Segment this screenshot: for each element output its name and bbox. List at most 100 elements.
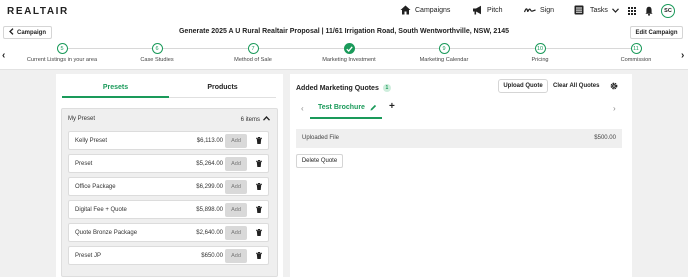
- quotes-title: Added Marketing Quotes: [296, 84, 379, 92]
- nav-campaigns-label: Campaigns: [415, 6, 451, 14]
- nav-campaigns[interactable]: Campaigns: [400, 5, 450, 15]
- add-preset-button[interactable]: Add: [225, 157, 247, 171]
- preset-price: $6,299.00: [196, 184, 223, 190]
- step-label: Marketing Calendar: [419, 57, 469, 63]
- proposal-stepper: ‹ › 5 Current Listings in your area 6 Ca…: [0, 40, 688, 70]
- trash-icon[interactable]: [256, 229, 262, 238]
- preset-row: Quote Bronze Package $2,640.00 Add: [68, 223, 269, 242]
- preset-row: Office Package $6,299.00 Add: [68, 177, 269, 196]
- step-label: Pricing: [531, 57, 549, 63]
- preset-row: Kelly Preset $6,113.00 Add: [68, 131, 269, 150]
- nav-tasks-label: Tasks: [590, 6, 608, 14]
- preset-price: $650.00: [201, 253, 223, 259]
- quote-tabs-prev-icon[interactable]: ‹: [301, 104, 304, 113]
- presets-panel: Presets Products My Preset 6 items Kelly…: [56, 74, 283, 277]
- marketing-quotes-panel: Added Marketing Quotes 1 Upload Quote Cl…: [290, 74, 632, 277]
- trash-icon[interactable]: [256, 206, 262, 215]
- step-method-of-sale[interactable]: 7 Method of Sale: [203, 43, 303, 63]
- nav-pitch[interactable]: Pitch: [472, 5, 503, 15]
- trash-icon[interactable]: [256, 183, 262, 192]
- user-avatar[interactable]: SC: [661, 4, 675, 18]
- edit-campaign-button[interactable]: Edit Campaign: [630, 26, 683, 39]
- preset-row: Digital Fee + Quote $5,898.00 Add: [68, 200, 269, 219]
- realtair-logo[interactable]: REALTAIR: [7, 6, 69, 17]
- uploaded-file-row: Uploaded File $500.00: [296, 129, 622, 148]
- add-preset-button[interactable]: Add: [225, 134, 247, 148]
- quote-tab-test-brochure[interactable]: Test Brochure: [318, 104, 365, 111]
- megaphone-icon: [472, 5, 483, 15]
- gear-icon[interactable]: [610, 82, 618, 92]
- signature-icon: [524, 5, 536, 15]
- step-current-listings[interactable]: 5 Current Listings in your area: [12, 43, 112, 63]
- step-case-studies[interactable]: 6 Case Studies: [107, 43, 207, 63]
- preset-name: Kelly Preset: [75, 138, 108, 144]
- trash-icon[interactable]: [256, 137, 262, 146]
- step-pricing[interactable]: 10 Pricing: [490, 43, 590, 63]
- nav-tasks[interactable]: Tasks: [574, 5, 619, 15]
- preset-price: $5,264.00: [196, 161, 223, 167]
- active-quote-tab-indicator: [310, 117, 382, 119]
- upload-quote-button[interactable]: Upload Quote: [498, 79, 548, 93]
- step-commission[interactable]: 11 Commission: [586, 43, 686, 63]
- page-title: Generate 2025 A U Rural Realtair Proposa…: [178, 28, 510, 35]
- step-marketing-calendar[interactable]: 9 Marketing Calendar: [394, 43, 494, 63]
- bell-icon[interactable]: [645, 6, 653, 18]
- step-number: 11: [630, 43, 642, 54]
- delete-quote-button[interactable]: Delete Quote: [296, 154, 343, 168]
- step-number: 10: [534, 43, 546, 54]
- step-number: 6: [151, 43, 163, 54]
- tab-products[interactable]: Products: [169, 84, 276, 91]
- step-label: Marketing Investment: [322, 57, 376, 63]
- tab-presets[interactable]: Presets: [62, 84, 169, 91]
- preset-name: Office Package: [75, 184, 116, 190]
- preset-group: My Preset 6 items Kelly Preset $6,113.00…: [61, 108, 278, 277]
- add-quote-tab-icon[interactable]: +: [389, 101, 395, 112]
- step-completed-check-icon: [343, 43, 355, 54]
- step-label: Current Listings in your area: [26, 57, 98, 63]
- pencil-icon[interactable]: [370, 104, 377, 113]
- add-preset-button[interactable]: Add: [225, 180, 247, 194]
- chevron-up-icon: [263, 116, 270, 123]
- preset-name: Quote Bronze Package: [75, 230, 138, 236]
- preset-price: $2,640.00: [196, 230, 223, 236]
- campaign-header: Campaign Generate 2025 A U Rural Realtai…: [0, 24, 688, 40]
- step-label: Commission: [620, 57, 652, 63]
- preset-price: $5,898.00: [196, 207, 223, 213]
- preset-price: $6,113.00: [196, 138, 223, 144]
- preset-count-label: 6 items: [240, 116, 260, 123]
- step-number: 9: [438, 43, 450, 54]
- uploaded-file-price: $500.00: [594, 135, 616, 141]
- preset-name: Digital Fee + Quote: [75, 207, 127, 213]
- add-preset-button[interactable]: Add: [225, 249, 247, 263]
- quote-tabs-next-icon[interactable]: ›: [613, 104, 616, 113]
- home-icon: [400, 5, 411, 15]
- trash-icon[interactable]: [256, 252, 262, 261]
- active-tab-indicator: [62, 96, 169, 98]
- top-nav-bar: REALTAIR Campaigns Pitch Sign Tasks SC: [0, 0, 688, 24]
- quote-tabs: ‹ Test Brochure + ›: [296, 100, 626, 119]
- preset-group-toggle[interactable]: 6 items: [241, 116, 270, 123]
- quote-count-badge: 1: [382, 84, 391, 92]
- step-number: 5: [56, 43, 68, 54]
- panel-tabs: Presets Products: [62, 80, 276, 98]
- add-preset-button[interactable]: Add: [225, 203, 247, 217]
- stepper-prev-arrow[interactable]: ‹: [2, 50, 5, 61]
- apps-grid-icon[interactable]: [628, 7, 636, 17]
- preset-name: Preset JP: [75, 253, 102, 259]
- nav-sign[interactable]: Sign: [524, 5, 554, 15]
- chevron-down-icon: [611, 7, 619, 13]
- add-preset-button[interactable]: Add: [225, 226, 247, 240]
- step-label: Case Studies: [140, 57, 174, 63]
- trash-icon[interactable]: [256, 160, 262, 169]
- nav-pitch-label: Pitch: [487, 6, 503, 14]
- tasks-icon: [574, 5, 584, 15]
- clear-all-quotes-button[interactable]: Clear All Quotes: [553, 83, 599, 89]
- uploaded-file-label: Uploaded File: [302, 135, 340, 141]
- quotes-heading: Added Marketing Quotes 1: [296, 84, 391, 92]
- nav-sign-label: Sign: [540, 6, 555, 14]
- preset-group-name: My Preset: [68, 116, 96, 122]
- step-marketing-investment[interactable]: Marketing Investment: [299, 43, 399, 63]
- preset-row: Preset $5,264.00 Add: [68, 154, 269, 173]
- preset-name: Preset: [75, 161, 93, 167]
- step-number: 7: [247, 43, 259, 54]
